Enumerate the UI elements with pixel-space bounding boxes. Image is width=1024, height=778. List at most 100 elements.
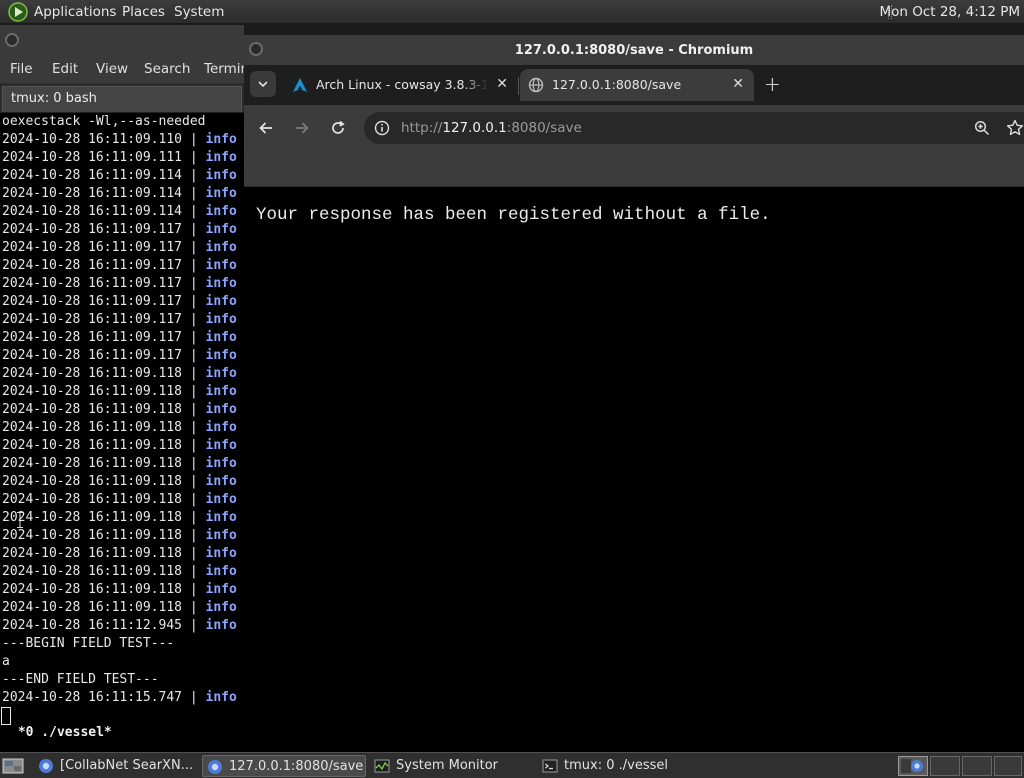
browser-toolbar: http://127.0.0.1:8080/save [244, 105, 1024, 151]
chromium-icon [208, 760, 222, 774]
log-level: info [205, 312, 237, 327]
log-timestamp: 2024-10-28 16:11:09.118 [2, 510, 183, 525]
log-timestamp: 2024-10-28 16:11:09.117 [2, 222, 183, 237]
log-level: info [205, 402, 237, 417]
log-level: info [205, 474, 237, 489]
url-path: :8080/save [506, 120, 582, 136]
chromium-titlebar[interactable]: 127.0.0.1:8080/save - Chromium [244, 35, 1024, 65]
response-message: Your response has been registered withou… [256, 205, 771, 225]
tab-close-button[interactable]: ✕ [496, 76, 508, 92]
begin-field-line: ---BEGIN FIELD TEST--- [2, 636, 175, 651]
menu-view[interactable]: View [96, 61, 128, 77]
log-timestamp: 2024-10-28 16:11:12.945 [2, 618, 183, 633]
tab-save-page[interactable]: 127.0.0.1:8080/save ✕ [520, 69, 754, 101]
log-timestamp: 2024-10-28 16:11:15.747 [2, 690, 183, 705]
workspace-3[interactable] [962, 756, 992, 776]
url-text[interactable]: http://127.0.0.1:8080/save [401, 120, 582, 136]
terminal-cursor [1, 707, 11, 725]
log-timestamp: 2024-10-28 16:11:09.117 [2, 312, 183, 327]
show-desktop-icon[interactable] [2, 757, 24, 775]
tab-arch-linux[interactable]: Arch Linux - cowsay 3.8.3-1 (any) ✕ [284, 69, 518, 101]
tab-label: Arch Linux - cowsay 3.8.3-1 (any) [316, 77, 488, 92]
new-tab-button[interactable]: + [764, 72, 781, 96]
log-level: info [205, 582, 237, 597]
log-line: 2024-10-28 16:11:09.118 | info [2, 510, 237, 525]
log-level: info [205, 690, 237, 705]
terminal-menubar: File Edit View Search Terminal [0, 55, 244, 83]
menu-edit[interactable]: Edit [52, 61, 78, 77]
applications-logo-icon[interactable] [8, 2, 28, 22]
reload-icon [332, 120, 345, 134]
info-icon[interactable] [374, 120, 390, 136]
log-line: 2024-10-28 16:11:09.117 | info [2, 330, 237, 345]
menu-terminal[interactable]: Terminal [204, 61, 244, 77]
log-timestamp: 2024-10-28 16:11:09.118 [2, 546, 183, 561]
log-line: 2024-10-28 16:11:09.118 | info [2, 366, 237, 381]
end-field-line: ---END FIELD TEST--- [2, 672, 159, 687]
log-line: 2024-10-28 16:11:09.117 | info [2, 276, 237, 291]
log-level: info [205, 510, 237, 525]
terminal-output[interactable]: oexecstack -Wl,--as-needed ---BEGIN FIEL… [0, 113, 244, 737]
log-level: info [205, 564, 237, 579]
chevron-down-icon [258, 81, 268, 88]
terminal-tab[interactable]: tmux: 0 bash [2, 86, 242, 112]
clock[interactable]: Mon Oct 28, 4:12 PM [879, 4, 1020, 20]
window-menu-button[interactable] [5, 33, 19, 47]
log-line: 2024-10-28 16:11:09.114 | info [2, 186, 237, 201]
url-scheme: http:// [401, 120, 443, 136]
log-line: 2024-10-28 16:11:09.118 | info [2, 438, 237, 453]
log-level: info [205, 168, 237, 183]
terminal-titlebar[interactable] [0, 25, 244, 55]
workspace-2[interactable] [930, 756, 960, 776]
chromium-window: 127.0.0.1:8080/save - Chromium Arch Linu… [244, 35, 1024, 752]
taskbar-item-searxng[interactable]: [CollabNet SearXN... [34, 755, 200, 777]
bottom-taskbar: [CollabNet SearXN... 127.0.0.1:8080/save… [0, 752, 1024, 778]
address-bar[interactable]: http://127.0.0.1:8080/save [364, 112, 1024, 144]
log-line: 2024-10-28 16:11:09.118 | info [2, 474, 237, 489]
log-line: 2024-10-28 16:11:09.118 | info [2, 492, 237, 507]
log-level: info [205, 366, 237, 381]
log-timestamp: 2024-10-28 16:11:09.114 [2, 204, 183, 219]
log-line: 2024-10-28 16:11:09.118 | info [2, 420, 237, 435]
log-level: info [205, 150, 237, 165]
log-timestamp: 2024-10-28 16:11:09.117 [2, 258, 183, 273]
taskbar-item-save-page[interactable]: 127.0.0.1:8080/save ... [202, 755, 366, 777]
log-line: 2024-10-28 16:11:09.118 | info [2, 384, 237, 399]
bookmark-star-icon[interactable] [1006, 119, 1024, 137]
log-line: 2024-10-28 16:11:09.118 | info [2, 456, 237, 471]
terminal-line: oexecstack -Wl,--as-needed [2, 114, 206, 129]
log-timestamp: 2024-10-28 16:11:09.114 [2, 168, 183, 183]
log-line: 2024-10-28 16:11:09.117 | info [2, 312, 237, 327]
workspace-4[interactable] [994, 756, 1022, 776]
log-level: info [205, 528, 237, 543]
menu-search[interactable]: Search [144, 61, 190, 77]
log-timestamp: 2024-10-28 16:11:09.111 [2, 150, 183, 165]
log-timestamp: 2024-10-28 16:11:09.117 [2, 294, 183, 309]
field-value-line: a [2, 654, 10, 669]
log-timestamp: 2024-10-28 16:11:09.118 [2, 438, 183, 453]
tmux-status-bar[interactable]: *0 ./vessel* [10, 725, 112, 740]
url-host: 127.0.0.1 [442, 120, 507, 136]
log-level: info [205, 276, 237, 291]
log-timestamp: 2024-10-28 16:11:09.118 [2, 492, 183, 507]
zoom-icon[interactable] [974, 120, 990, 136]
reload-button[interactable] [328, 118, 348, 138]
back-button[interactable] [256, 118, 276, 138]
system-menu[interactable]: System [174, 4, 224, 20]
forward-button[interactable] [292, 118, 312, 138]
taskbar-item-system-monitor[interactable]: System Monitor [370, 755, 532, 777]
places-menu[interactable]: Places [122, 4, 165, 20]
workspace-1[interactable] [898, 756, 928, 776]
menu-file[interactable]: File [10, 61, 33, 77]
log-timestamp: 2024-10-28 16:11:09.118 [2, 474, 183, 489]
tab-close-button[interactable]: ✕ [732, 76, 744, 92]
log-line: 2024-10-28 16:11:09.117 | info [2, 240, 237, 255]
applications-menu[interactable]: Applications [34, 4, 116, 20]
tab-search-button[interactable] [250, 71, 276, 97]
task-label: 127.0.0.1:8080/save ... [229, 759, 366, 774]
log-level: info [205, 492, 237, 507]
taskbar-item-tmux[interactable]: tmux: 0 ./vessel [538, 755, 698, 777]
log-timestamp: 2024-10-28 16:11:09.118 [2, 600, 183, 615]
log-line: 2024-10-28 16:11:09.117 | info [2, 348, 237, 363]
log-timestamp: 2024-10-28 16:11:09.117 [2, 240, 183, 255]
